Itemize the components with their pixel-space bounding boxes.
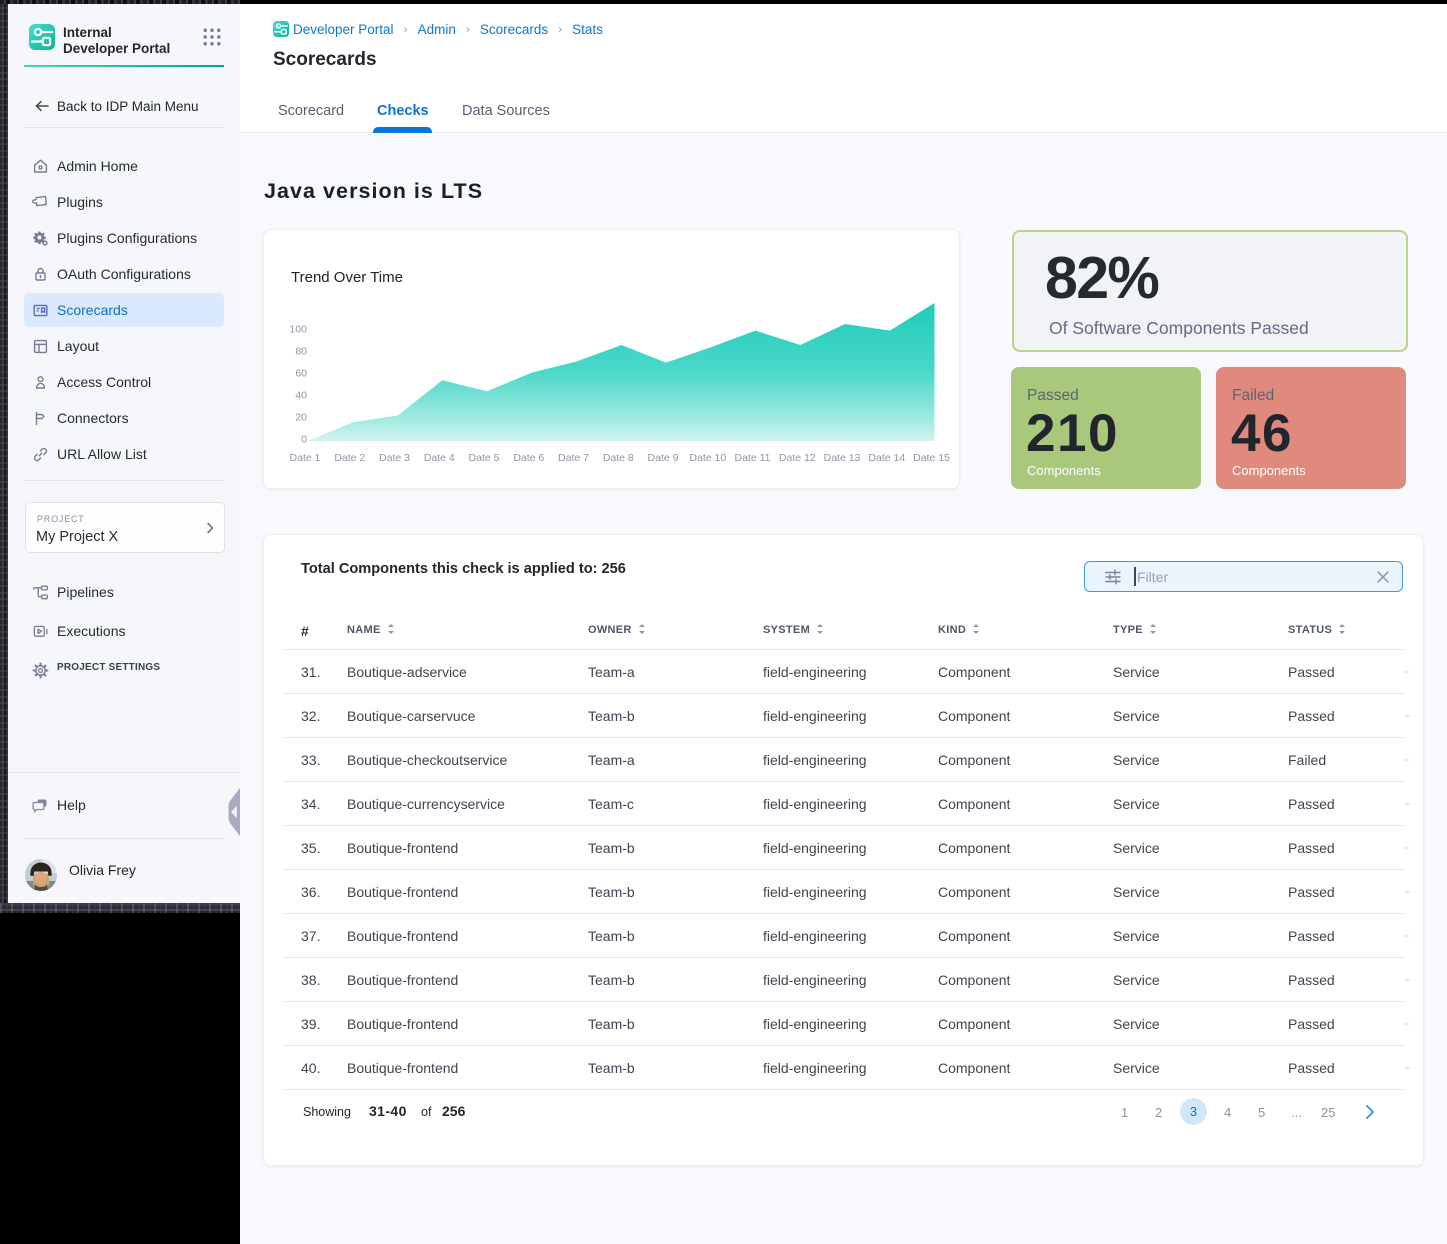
- svg-text:Date 4: Date 4: [424, 452, 455, 464]
- svg-text:Date 1: Date 1: [290, 452, 321, 464]
- svg-text:Date 10: Date 10: [689, 452, 726, 464]
- svg-text:Date 8: Date 8: [603, 452, 634, 464]
- svg-text:Date 13: Date 13: [824, 452, 861, 464]
- svg-text:100: 100: [289, 324, 307, 336]
- svg-text:Date 15: Date 15: [913, 452, 950, 464]
- svg-text:Date 12: Date 12: [779, 452, 816, 464]
- svg-text:Date 3: Date 3: [379, 452, 410, 464]
- svg-text:0: 0: [301, 434, 307, 446]
- svg-text:Date 14: Date 14: [868, 452, 905, 464]
- svg-text:Date 2: Date 2: [334, 452, 365, 464]
- svg-text:Date 5: Date 5: [469, 452, 500, 464]
- svg-text:Date 7: Date 7: [558, 452, 589, 464]
- svg-text:Date 6: Date 6: [513, 452, 544, 464]
- svg-text:Date 11: Date 11: [735, 452, 771, 464]
- svg-text:Date 9: Date 9: [648, 452, 679, 464]
- svg-text:20: 20: [295, 412, 307, 424]
- svg-text:40: 40: [295, 390, 307, 402]
- svg-text:60: 60: [295, 368, 307, 380]
- svg-text:80: 80: [295, 346, 307, 358]
